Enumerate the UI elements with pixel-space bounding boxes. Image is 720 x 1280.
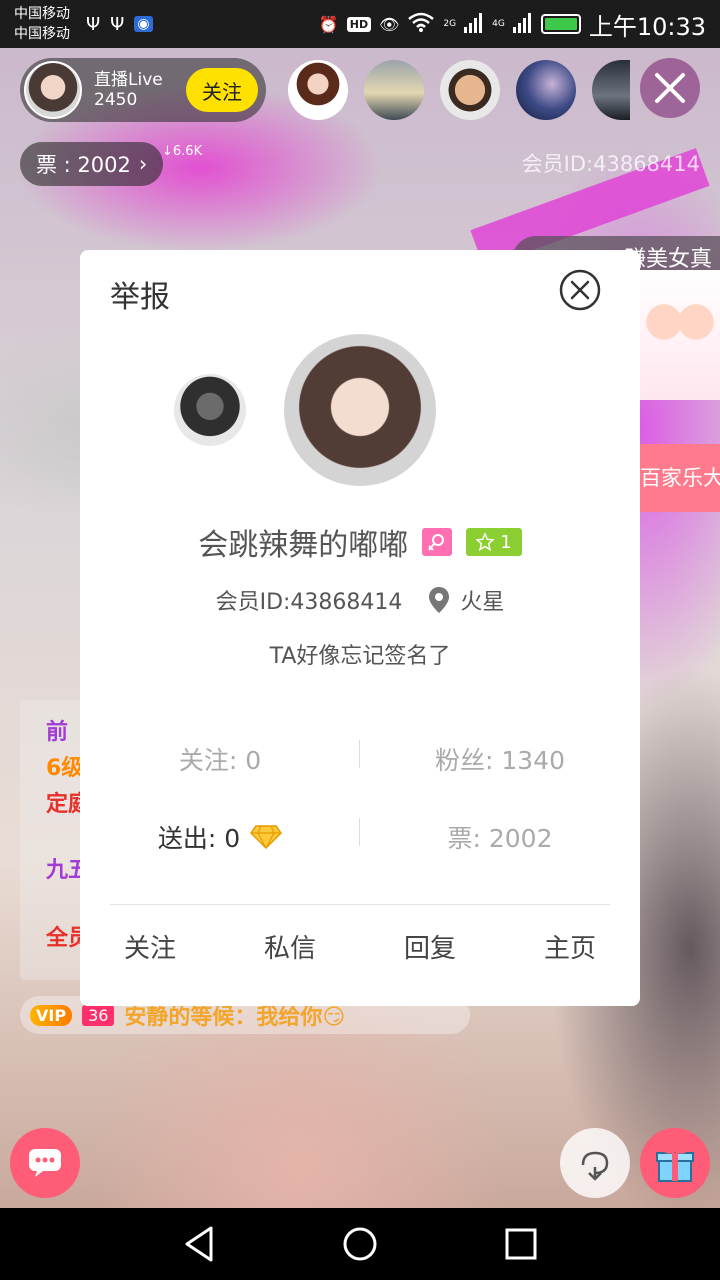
tickets-count[interactable]: 票: 2002: [360, 819, 640, 855]
stat-divider: [359, 818, 360, 846]
viewer-list: [288, 60, 630, 120]
user-id-row: 会员ID:43868414 火星: [80, 584, 640, 616]
host-text: 直播Live 2450: [94, 70, 163, 110]
gift-icon: [656, 1147, 694, 1182]
alarm-icon: ⏰: [318, 14, 339, 34]
level-badge: 1: [466, 528, 522, 556]
carrier-info: 中国移动 中国移动: [14, 4, 70, 44]
dialog-actions: 关注 私信 回复 主页: [80, 928, 640, 965]
viewer-avatar[interactable]: [592, 60, 630, 120]
message-icon: [29, 1149, 61, 1177]
carrier-2: 中国移动: [14, 26, 70, 42]
hd-icon: HD: [346, 16, 372, 32]
system-icons: ⏰ HD 👁 2G 4G 上午10:33: [319, 7, 706, 42]
following-count[interactable]: 关注: 0: [80, 741, 360, 777]
gift-button[interactable]: [640, 1128, 710, 1198]
homepage-button[interactable]: 主页: [500, 928, 640, 965]
user-avatar[interactable]: [284, 334, 436, 486]
ticket-counter[interactable]: 票 : 2002 ›: [20, 142, 164, 186]
chat-fragment: 前: [46, 720, 69, 745]
divider: [110, 904, 610, 905]
star-icon: [476, 533, 495, 551]
user-signature: TA好像忘记签名了: [269, 644, 451, 669]
usb-icon: Ψ: [86, 13, 101, 35]
host-name: 直播Live: [94, 70, 163, 90]
status-bar: 中国移动 中国移动 Ψ Ψ ◉ ⏰ HD 👁 2G 4G 上午10:33: [0, 0, 720, 48]
user-profile-dialog: 举报 会跳辣舞的嘟嘟 1 会员ID:43868414 火星 TA好像忘记签名了 …: [80, 250, 640, 1006]
close-live-button[interactable]: [640, 58, 700, 118]
female-icon: [422, 528, 453, 556]
location-text: 火星: [460, 590, 505, 615]
recents-icon[interactable]: [503, 1226, 539, 1262]
signal-icon: [464, 11, 484, 37]
battery-icon: [540, 14, 581, 34]
notification-icons: Ψ Ψ ◉: [86, 14, 153, 35]
viewer-avatar[interactable]: [364, 60, 424, 120]
user-name-row: 会跳辣舞的嘟嘟 1: [80, 520, 640, 564]
close-circle-icon: [559, 269, 601, 311]
signal-icon: [512, 11, 533, 37]
couple-sticker-image[interactable]: [640, 270, 720, 400]
fans-count[interactable]: 粉丝: 1340: [360, 741, 640, 777]
back-icon[interactable]: [181, 1224, 217, 1264]
viewer-avatar[interactable]: [288, 60, 348, 120]
user-level-badge: 36: [82, 1004, 115, 1026]
reply-button[interactable]: 回复: [360, 928, 500, 965]
member-id: 会员ID:43868414: [215, 590, 403, 615]
user-stats: 关注: 0 粉丝: 1340 送出: 0 票: 2002: [80, 720, 640, 876]
stat-divider: [359, 740, 360, 768]
sent-gifts-stat[interactable]: 送出: 0: [80, 819, 360, 855]
usb-icon: Ψ: [110, 13, 125, 35]
dialog-close-button[interactable]: [558, 268, 602, 312]
carrier-1: 中国移动: [14, 6, 70, 22]
viewer-avatar[interactable]: [440, 60, 500, 120]
private-message-button[interactable]: 私信: [220, 928, 360, 965]
follow-button[interactable]: 关注: [80, 928, 220, 965]
host-info[interactable]: 直播Live 2450 关注: [20, 58, 266, 122]
close-icon: [655, 73, 685, 103]
diamond-icon: [250, 825, 283, 850]
wifi-icon: [407, 11, 435, 37]
network-4g-label: 4G: [492, 19, 505, 29]
viewer-avatar[interactable]: [516, 60, 576, 120]
secondary-avatar[interactable]: [174, 374, 246, 446]
sent-count: 送出: 0: [157, 824, 241, 853]
home-icon[interactable]: [340, 1224, 380, 1264]
chat-button[interactable]: [10, 1128, 80, 1198]
vip-badge: VIP: [30, 1004, 73, 1026]
clock: 上午10:33: [588, 12, 706, 41]
follow-host-button[interactable]: 关注: [186, 68, 258, 112]
hotspot-icon: ◉: [134, 16, 153, 32]
host-avatar[interactable]: [24, 61, 82, 119]
share-button[interactable]: [560, 1128, 630, 1198]
level-value: 1: [500, 531, 512, 553]
location-pin-icon: [429, 587, 450, 613]
chat-fragment: 6级: [46, 756, 84, 781]
host-viewer-count: 2450: [94, 90, 138, 110]
game-banner[interactable]: 百家乐大: [640, 444, 720, 512]
report-button[interactable]: 举报: [110, 272, 170, 316]
ticket-label: 票 : 2002: [36, 153, 131, 177]
ticket-delta: ↓6.6K: [162, 144, 203, 159]
eye-icon: 👁: [379, 14, 400, 34]
chevron-right-icon: ›: [138, 152, 148, 176]
user-name: 会跳辣舞的嘟嘟: [198, 528, 409, 563]
navigation-bar: [0, 1208, 720, 1280]
host-member-id: 会员ID:43868414: [521, 152, 700, 176]
network-2g-label: 2G: [443, 19, 457, 29]
share-icon: [581, 1151, 609, 1181]
